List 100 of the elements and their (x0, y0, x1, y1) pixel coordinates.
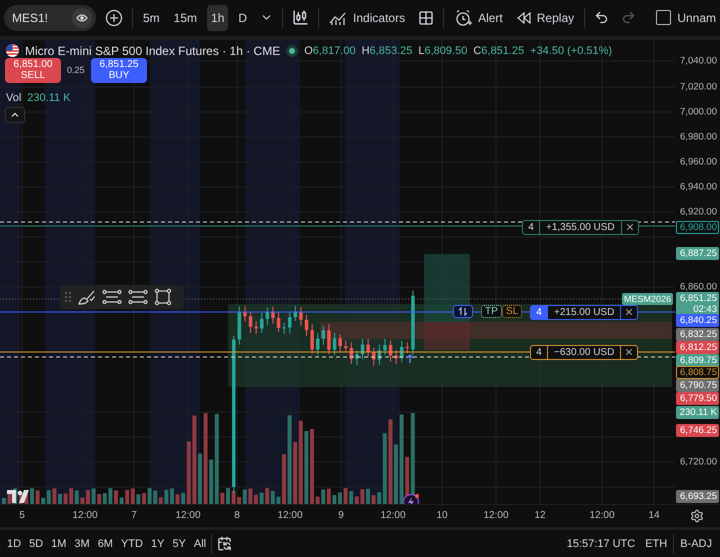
candle (378, 344, 382, 366)
logo-icon (7, 490, 31, 503)
candle (243, 306, 247, 322)
time-tick: 9 (338, 510, 344, 522)
clock-text: 15:57:17 UTC (566, 538, 636, 550)
time-tick: 12:00 (175, 510, 201, 522)
order-pnl: +1,355.00 USD (540, 220, 622, 234)
range-button[interactable]: 1D (4, 538, 24, 550)
candle (299, 306, 303, 326)
order-quantity: 4 (523, 220, 540, 234)
eye-icon[interactable] (72, 8, 92, 28)
order-pnl: −630.00 USD (548, 346, 622, 359)
bracket-button[interactable]: TP (481, 304, 502, 318)
market-open-icon (286, 44, 298, 57)
range-button[interactable]: 6M (94, 538, 116, 550)
interval-button[interactable]: 1h (207, 4, 228, 31)
price-tick: 7,040.00 (680, 55, 717, 66)
parallel-lines-icon[interactable] (102, 288, 122, 305)
candle (372, 346, 376, 366)
candle (266, 306, 270, 326)
interval-button[interactable]: 5m (139, 4, 164, 31)
price-tick: 6,860.00 (680, 281, 717, 292)
price-tick: 6,960.00 (680, 156, 717, 168)
price-tick: 7,000.00 (680, 106, 717, 118)
symbol-search[interactable]: MES1! (4, 4, 96, 31)
time-tick: 12 (534, 510, 546, 522)
ohlc-value: H6,853.25 (362, 44, 412, 57)
time-tick: 12:00 (72, 510, 98, 522)
price-badge: 6,887.25 (676, 246, 719, 260)
price-badge: 6,779.50 (676, 392, 719, 405)
order-label[interactable]: 4 +215.00 USD (530, 304, 638, 320)
brush-icon[interactable] (78, 288, 96, 305)
parallel-lines-icon[interactable] (128, 288, 148, 305)
price-badge: 6,840.25 (676, 314, 719, 327)
range-button[interactable]: YTD (118, 538, 146, 550)
alarm-clock-icon (454, 8, 472, 27)
price-tick: 7,020.00 (680, 81, 717, 92)
time-tick: 7 (131, 510, 137, 522)
session-button[interactable]: ETH (641, 538, 672, 550)
range-button[interactable]: 1M (48, 538, 70, 550)
candle (322, 325, 326, 345)
time-tick: 5 (19, 510, 25, 522)
range-button[interactable]: All (190, 538, 210, 550)
volume-value: 230.11 K (27, 92, 71, 104)
price-badge: 6,693.25 (676, 490, 719, 503)
order-label[interactable]: 4 −630.00 USD (530, 344, 638, 360)
time-tick: 8 (234, 510, 240, 522)
symbol-title: Micro E-mini S&P 500 Index Futures · 1h · CME (25, 44, 280, 58)
candle (260, 312, 264, 334)
candle (310, 323, 314, 354)
range-button[interactable]: 3M (71, 538, 93, 550)
settings-icon[interactable] (688, 507, 706, 526)
candle (411, 290, 415, 356)
candle (327, 323, 331, 354)
order-label[interactable]: 4 +1,355.00 USD (522, 220, 639, 235)
candle (338, 333, 342, 353)
chevron-up-icon (11, 112, 19, 118)
candle (355, 350, 359, 366)
alert-button[interactable]: Alert (450, 8, 507, 27)
rectangle-icon[interactable] (154, 288, 172, 306)
candle (344, 339, 348, 354)
collapse-button[interactable] (5, 106, 25, 123)
price-tick: 6,720.00 (680, 456, 717, 468)
interval-button[interactable]: 15m (170, 4, 202, 31)
interval-button[interactable]: D (234, 4, 252, 31)
candle (294, 305, 298, 322)
adjustment-button[interactable]: B-ADJ (676, 538, 716, 550)
candle (383, 338, 387, 356)
price-tick: 6,920.00 (680, 206, 717, 218)
candle (271, 306, 275, 324)
up-arrow-icon (405, 354, 415, 364)
price-change: +34.50 (+0.51%) (530, 44, 612, 57)
price-badge: 6,812.25 (676, 340, 719, 354)
replay-button[interactable]: Replay (512, 10, 578, 25)
indicators-button[interactable]: Indicators (325, 10, 410, 26)
spread-value: 0.25 (67, 65, 85, 76)
time-tick: 12:00 (380, 510, 406, 522)
candle (238, 306, 242, 345)
stop-zone (424, 322, 470, 350)
order-quantity: 4 (531, 346, 548, 359)
range-button[interactable]: 5D (26, 538, 46, 550)
candle (276, 310, 280, 332)
bracket-button[interactable]: SL (502, 304, 522, 318)
candle (350, 341, 354, 364)
time-tick: 10 (436, 510, 448, 522)
candle (304, 314, 308, 336)
sell-button[interactable]: 6,851.00 SELL (5, 58, 61, 83)
drag-handle-icon[interactable] (64, 290, 72, 303)
price-tick: 6,980.00 (680, 131, 717, 142)
candle (288, 311, 292, 334)
reverse-position-button[interactable] (453, 304, 473, 318)
range-button[interactable]: 1Y (148, 538, 168, 550)
candle (400, 340, 404, 363)
candle (394, 349, 398, 364)
layout-name-button[interactable]: Unnam (677, 10, 716, 25)
symbol-label: MESM2026 (622, 292, 674, 305)
order-pnl: +215.00 USD (548, 306, 622, 319)
buy-button[interactable]: 6,851.25 BUY (91, 58, 147, 83)
layout-square-icon[interactable] (656, 10, 672, 26)
range-button[interactable]: 5Y (169, 538, 189, 550)
